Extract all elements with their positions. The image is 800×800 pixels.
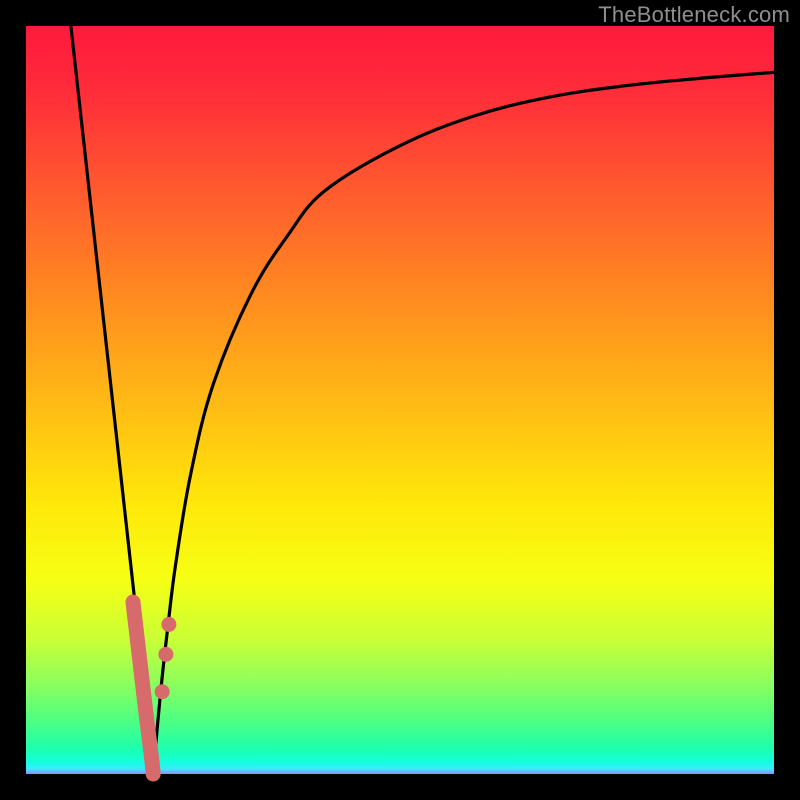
chart-frame: TheBottleneck.com (0, 0, 800, 800)
highlight-dot (155, 684, 170, 699)
chart-svg (26, 26, 774, 774)
watermark-text: TheBottleneck.com (598, 2, 790, 28)
highlight-dot (161, 617, 176, 632)
curve-right-branch (153, 72, 774, 774)
highlight-dots (155, 617, 177, 699)
highlight-dot (158, 647, 173, 662)
highlight-stem (133, 602, 153, 774)
chart-plot-area (26, 26, 774, 774)
